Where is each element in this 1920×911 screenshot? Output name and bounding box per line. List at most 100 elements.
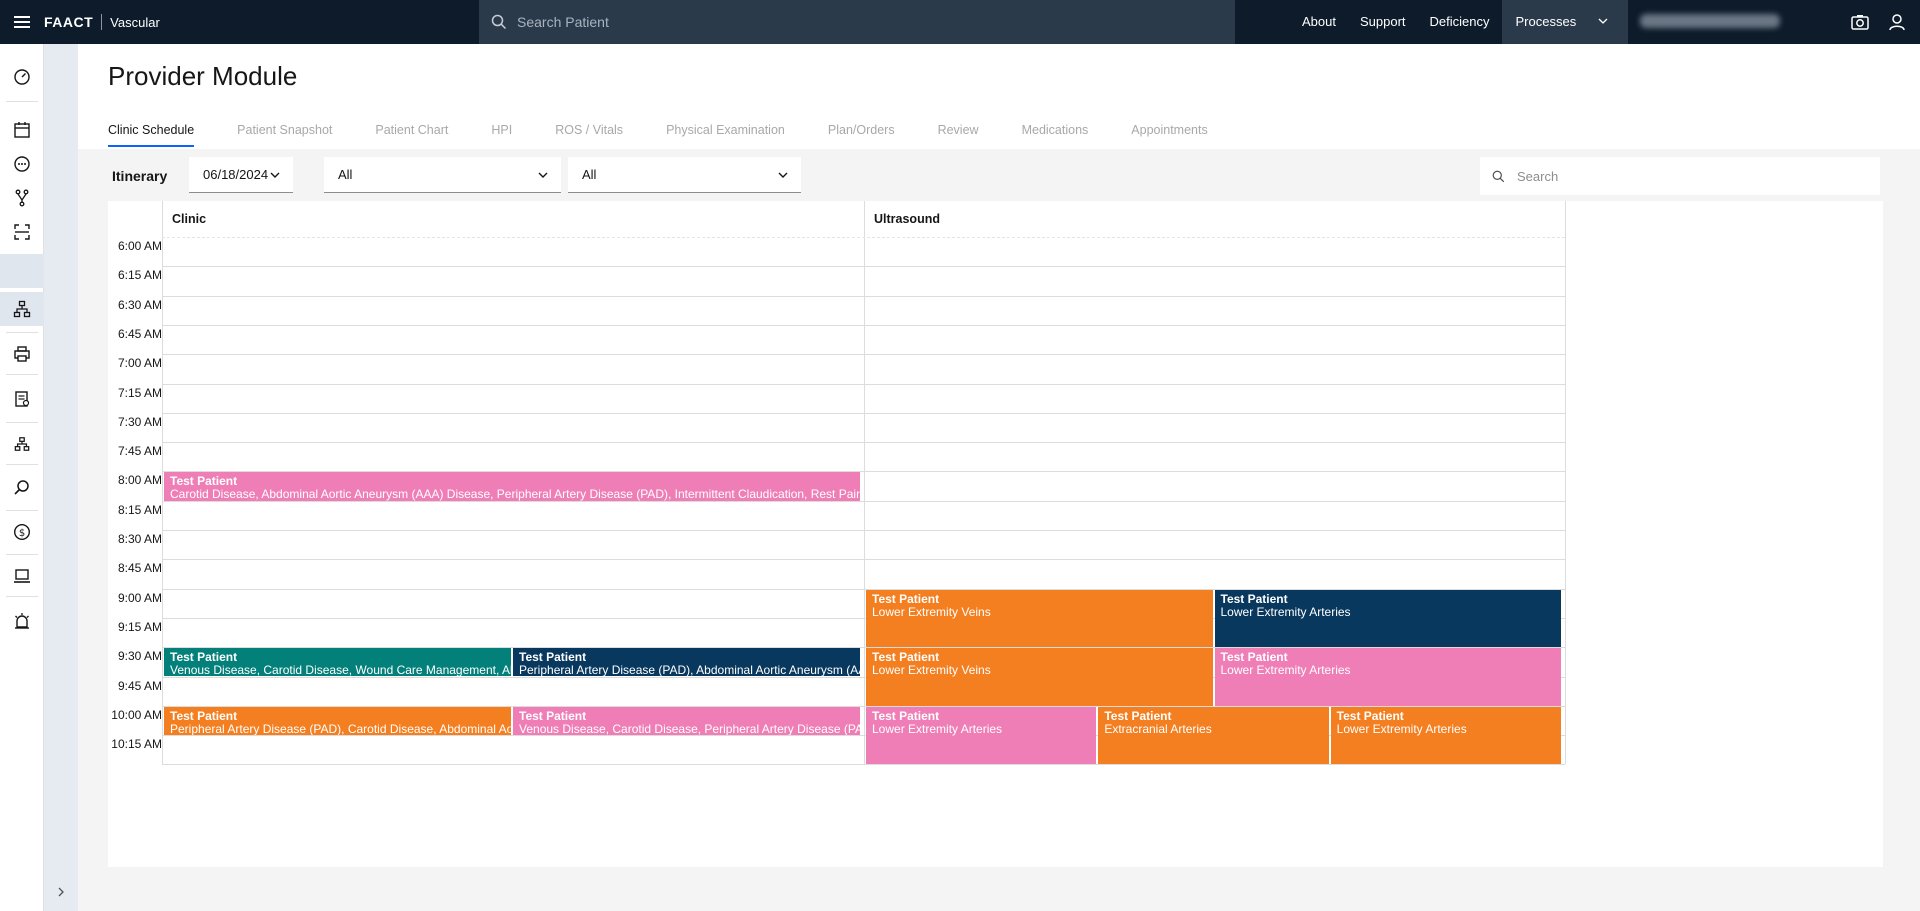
tab-hpi[interactable]: HPI <box>491 123 512 147</box>
chat-icon[interactable] <box>0 147 44 181</box>
appointment-block[interactable]: Test Patient Peripheral Artery Disease (P… <box>164 706 511 736</box>
grid-column-divider <box>864 201 865 765</box>
hierarchy-icon[interactable] <box>0 292 44 326</box>
calendar-icon[interactable] <box>0 113 44 147</box>
grid-row-line <box>162 237 1565 238</box>
appointment-patient-name: Test Patient <box>872 591 940 606</box>
hamburger-icon[interactable] <box>0 0 44 44</box>
filter-dropdown-2[interactable]: All <box>568 157 801 193</box>
schedule-panel: Itinerary 06/18/2024 All All Clinic Ultr… <box>78 149 1920 911</box>
appointment-description: Extracranial Arteries <box>1104 721 1212 736</box>
grid-row-line <box>162 295 1565 297</box>
grid-row-line <box>162 764 1565 766</box>
appointment-description: Carotid Disease, Abdominal Aortic Aneury… <box>170 487 860 501</box>
camera-icon[interactable] <box>1850 12 1870 32</box>
date-picker[interactable]: 06/18/2024 <box>189 157 293 193</box>
schedule-grid: Clinic Ultrasound 6:00 AM 6:15 AM 6:30 AM 6… <box>108 201 1883 867</box>
tab-physical-examination[interactable]: Physical Examination <box>666 123 785 147</box>
time-slot-label: 9:30 AM <box>117 649 162 664</box>
brand-logo[interactable]: FAACT <box>44 14 93 30</box>
divider <box>6 596 38 597</box>
chevron-down-icon <box>538 172 548 178</box>
dashboard-icon[interactable] <box>0 60 44 94</box>
appointment-description: Lower Extremity Veins <box>872 663 991 678</box>
scan-icon[interactable] <box>0 215 44 249</box>
time-slot-label: 8:15 AM <box>117 502 162 517</box>
divider <box>6 554 38 555</box>
hierarchy-icon[interactable] <box>0 254 44 288</box>
time-slot-label: 9:00 AM <box>117 590 162 605</box>
appointment-block[interactable]: Test Patient Peripheral Artery Disease (P… <box>513 648 860 677</box>
report-icon[interactable] <box>0 382 44 416</box>
tab-clinic-schedule[interactable]: Clinic Schedule <box>108 123 195 147</box>
time-slot-label: 6:45 AM <box>117 326 162 341</box>
appointment-description: Lower Extremity Arteries <box>1220 604 1351 619</box>
alarm-icon[interactable] <box>0 604 44 638</box>
itinerary-label: Itinerary <box>112 168 168 184</box>
divider <box>6 101 38 102</box>
column-header-clinic: Clinic <box>162 201 864 237</box>
time-slot-label: 6:15 AM <box>117 268 162 283</box>
appointment-block[interactable]: Test Patient Venous Disease, Carotid Dise… <box>513 706 860 736</box>
divider <box>6 510 38 511</box>
chevron-right-icon[interactable] <box>56 886 66 900</box>
appointment-block[interactable]: Test Patient Carotid Disease, Abdominal A… <box>164 472 860 501</box>
tab-plan-orders[interactable]: Plan/Orders <box>828 123 895 147</box>
schedule-search[interactable] <box>1480 157 1880 195</box>
column-header-ultrasound: Ultrasound <box>864 201 1565 237</box>
grid-row-line <box>162 354 1565 356</box>
appointment-block[interactable]: Test Patient Lower Extremity Veins <box>866 648 1213 706</box>
appointment-block[interactable]: Test Patient Lower Extremity Arteries <box>1214 648 1561 706</box>
appointment-patient-name: Test Patient <box>519 708 587 723</box>
grid-row-line <box>162 412 1565 414</box>
time-slot-label: 10:15 AM <box>111 737 162 752</box>
time-slot-label: 9:45 AM <box>117 678 162 693</box>
grid-row-line <box>162 500 1565 502</box>
nav-link-support[interactable]: Support <box>1348 0 1418 44</box>
appointment-description: Venous Disease, Carotid Disease, Periphe… <box>519 721 860 736</box>
tab-medications[interactable]: Medications <box>1022 123 1089 147</box>
grid-row-line <box>162 266 1565 268</box>
chevron-down-icon <box>1598 18 1608 24</box>
appointment-block[interactable]: Test Patient Lower Extremity Arteries <box>1330 706 1561 765</box>
printer-icon[interactable] <box>0 337 44 371</box>
filter-dropdown-1[interactable]: All <box>324 157 561 193</box>
divider <box>6 464 38 465</box>
user-icon[interactable] <box>1887 12 1907 32</box>
nav-link-about[interactable]: About <box>1290 0 1348 44</box>
processes-menu[interactable]: Processes <box>1501 0 1628 44</box>
appointment-description: Venous Disease, Carotid Disease, Wound C… <box>170 663 511 677</box>
appointment-patient-name: Test Patient <box>1336 708 1404 723</box>
user-name-blurred <box>1640 14 1780 28</box>
branch-icon[interactable] <box>0 181 44 215</box>
appointment-description: Peripheral Artery Disease (PAD), Abdomin… <box>519 663 860 677</box>
tab-patient-snapshot[interactable]: Patient Snapshot <box>237 123 332 147</box>
page-title: Provider Module <box>108 61 298 91</box>
search-icon[interactable] <box>0 471 44 505</box>
appointment-description: Lower Extremity Arteries <box>872 721 1003 736</box>
tab-ros-vitals[interactable]: ROS / Vitals <box>555 123 623 147</box>
patient-search-bar[interactable] <box>479 0 1235 44</box>
laptop-icon[interactable] <box>0 559 44 593</box>
appointment-block[interactable]: Test Patient Venous Disease, Carotid Dise… <box>164 648 511 677</box>
appointment-block[interactable]: Test Patient Lower Extremity Arteries <box>1214 589 1561 648</box>
tab-patient-chart[interactable]: Patient Chart <box>375 123 448 147</box>
patient-search-input[interactable] <box>517 14 1117 30</box>
filter2-value: All <box>582 167 597 182</box>
appointment-block[interactable]: Test Patient Lower Extremity Arteries <box>866 706 1097 765</box>
time-slot-label: 7:30 AM <box>117 414 162 429</box>
org-chart-icon[interactable] <box>0 427 44 461</box>
tab-review[interactable]: Review <box>938 123 979 147</box>
divider <box>6 374 38 375</box>
module-tabs: Clinic Schedule Patient Snapshot Patient… <box>108 123 1251 147</box>
schedule-search-input[interactable] <box>1517 168 1857 184</box>
divider <box>6 332 38 333</box>
main-content: Provider Module Clinic Schedule Patient … <box>78 44 1920 911</box>
appointment-patient-name: Test Patient <box>872 708 940 723</box>
grid-row-line <box>162 559 1565 561</box>
dollar-icon[interactable]: $ <box>0 515 44 549</box>
tab-appointments[interactable]: Appointments <box>1131 123 1207 147</box>
appointment-block[interactable]: Test Patient Lower Extremity Veins <box>866 589 1213 648</box>
nav-link-deficiency[interactable]: Deficiency <box>1418 0 1502 44</box>
appointment-block[interactable]: Test Patient Extracranial Arteries <box>1098 706 1329 765</box>
